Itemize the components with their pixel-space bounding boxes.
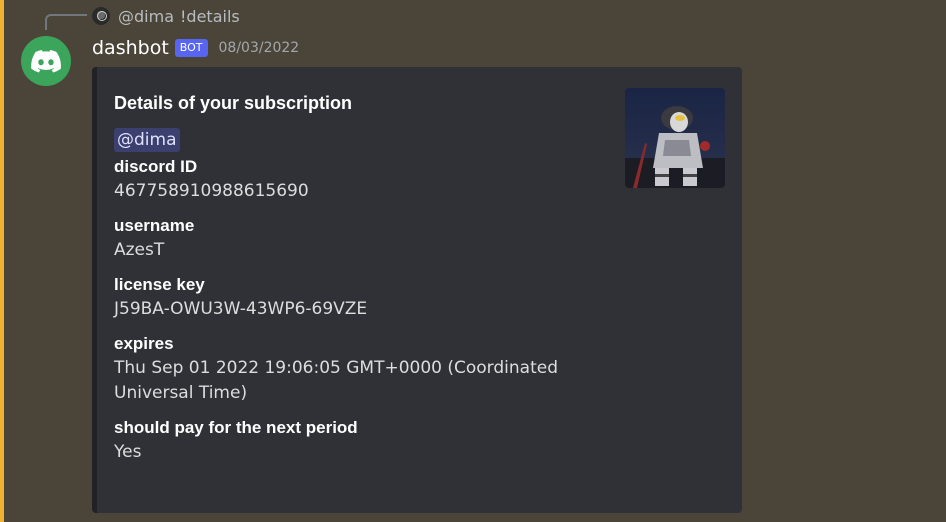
- field-expires: expires Thu Sep 01 2022 19:06:05 GMT+000…: [114, 332, 594, 406]
- field-value: Yes: [114, 442, 142, 462]
- field-name: expires: [114, 334, 174, 353]
- field-discord-id: discord ID 467758910988615690: [114, 155, 594, 204]
- field-should-pay: should pay for the next period Yes: [114, 416, 594, 465]
- reply-connector: [45, 14, 87, 30]
- field-license-key: license key J59BA-OWU3W-43WP6-69VZE: [114, 273, 594, 322]
- reply-avatar[interactable]: [92, 7, 110, 25]
- character-thumbnail-image: [625, 88, 725, 188]
- embed-mention[interactable]: @dima: [114, 128, 180, 152]
- field-value: Thu Sep 01 2022 19:06:05 GMT+0000 (Coord…: [114, 358, 558, 403]
- field-value: J59BA-OWU3W-43WP6-69VZE: [114, 299, 368, 319]
- field-value: 467758910988615690: [114, 181, 309, 201]
- reply-preview[interactable]: @dima !details: [92, 5, 240, 27]
- embed-content: Details of your subscription @dima disco…: [114, 91, 594, 465]
- reply-text[interactable]: !details: [180, 7, 240, 26]
- bot-badge: BOT: [174, 39, 208, 57]
- field-name: discord ID: [114, 157, 198, 176]
- field-name: license key: [114, 275, 205, 294]
- field-value: AzesT: [114, 240, 165, 260]
- message-header: dashbot BOT 08/03/2022: [92, 36, 299, 60]
- field-name: username: [114, 216, 195, 235]
- embed-title: Details of your subscription: [114, 93, 353, 113]
- message-timestamp[interactable]: 08/03/2022: [219, 40, 300, 56]
- embed-card: Details of your subscription @dima disco…: [92, 67, 742, 513]
- message-highlight-bar: [0, 0, 4, 522]
- reply-mention[interactable]: @dima: [118, 7, 174, 26]
- field-name: should pay for the next period: [114, 418, 358, 437]
- field-username: username AzesT: [114, 214, 594, 263]
- author-name[interactable]: dashbot: [92, 37, 169, 59]
- author-avatar[interactable]: [21, 36, 71, 86]
- embed-thumbnail[interactable]: [625, 88, 725, 188]
- discord-logo-icon: [31, 49, 61, 72]
